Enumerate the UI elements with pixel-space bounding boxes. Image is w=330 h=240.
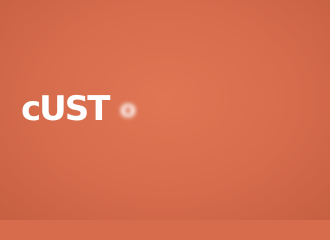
wordmark-blurred-letter: o (119, 95, 137, 123)
wordmark-sharp-text: cUST (21, 89, 110, 129)
